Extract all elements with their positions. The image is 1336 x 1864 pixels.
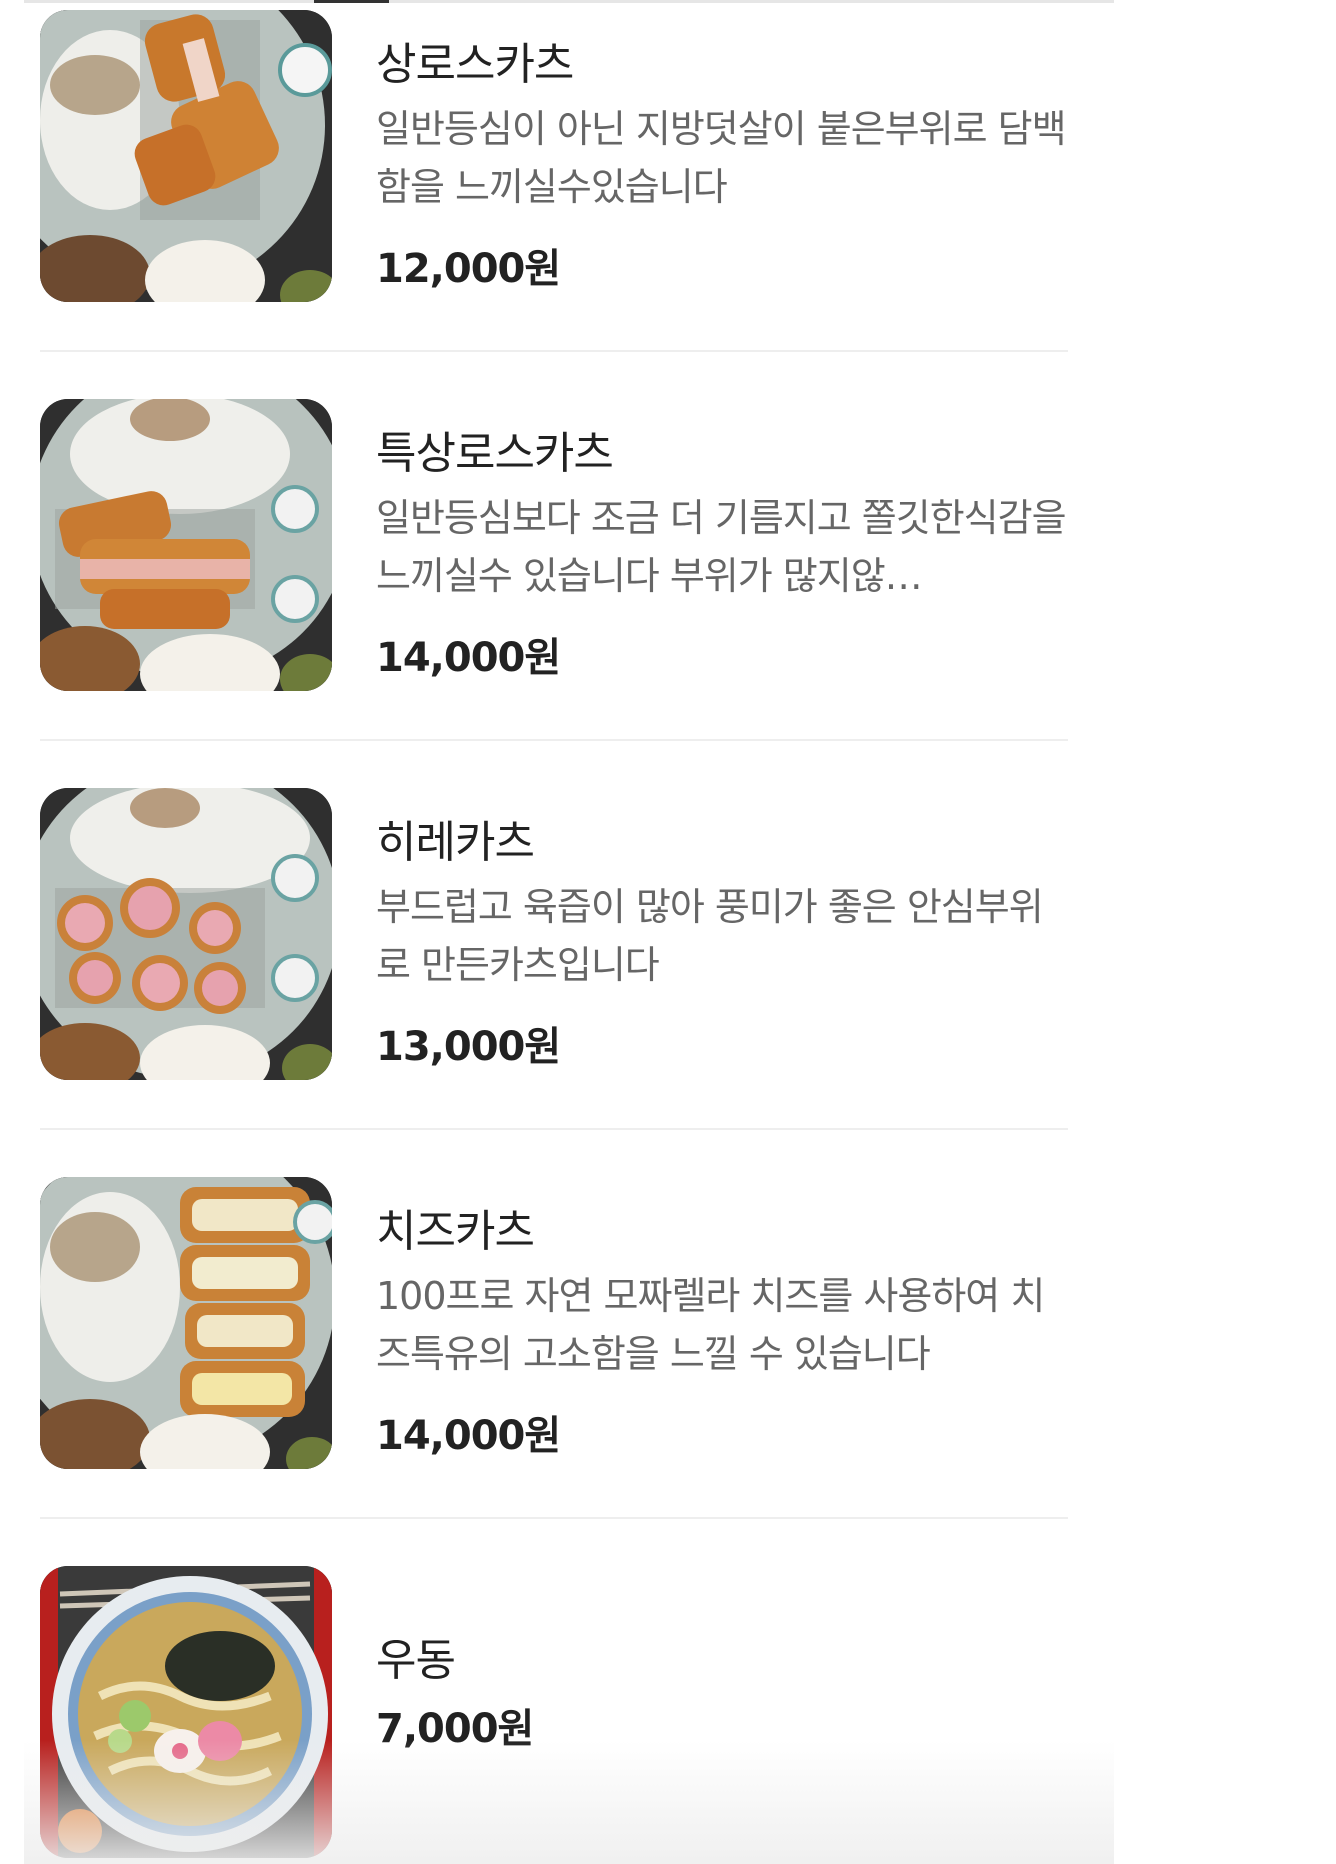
menu-item-name: 우동: [376, 1635, 456, 1686]
menu-item-name: 상로스카츠: [376, 39, 574, 90]
premium-pork-cutlet-photo-icon: [40, 399, 332, 691]
menu-item-name: 치즈카츠: [376, 1206, 535, 1257]
menu-item-price: 14,000원: [376, 1413, 561, 1459]
menu-item-description: 일반등심보다 조금 더 기름지고 쫄깃한식감을 느끼실수 있습니다 부위가 많지…: [376, 496, 1066, 598]
menu-page: 상로스카츠 일반등심이 아닌 지방덧살이 붙은부위로 담백함을 느끼실수있습니다…: [0, 0, 1336, 1864]
menu-item-cheese-katsu[interactable]: 치즈카츠 100프로 자연 모짜렐라 치즈를 사용하여 치즈특유의 고소함을 느…: [40, 1167, 1068, 1557]
divider: [40, 350, 1068, 352]
tenderloin-cutlet-photo-icon: [40, 788, 332, 1080]
menu-item-description: 부드럽고 육즙이 많아 풍미가 좋은 안심부위로 만든카츠입니다: [376, 885, 1044, 987]
menu-item-description: 100프로 자연 모짜렐라 치즈를 사용하여 치즈특유의 고소함을 느낄 수 있…: [376, 1274, 1045, 1376]
menu-item-name: 히레카츠: [376, 817, 535, 868]
divider: [40, 1517, 1068, 1519]
menu-item-premium-loin-katsu[interactable]: 특상로스카츠 일반등심보다 조금 더 기름지고 쫄깃한식감을 느끼실수 있습니다…: [40, 389, 1068, 779]
bottom-fade: [24, 1740, 1114, 1864]
menu-item-sang-loin-katsu[interactable]: 상로스카츠 일반등심이 아닌 지방덧살이 붙은부위로 담백함을 느끼실수있습니다…: [40, 0, 1068, 390]
cheese-cutlet-photo-icon: [40, 1177, 332, 1469]
menu-item-price: 13,000원: [376, 1024, 561, 1070]
menu-item-price: 14,000원: [376, 635, 561, 681]
menu-item-hire-katsu[interactable]: 히레카츠 부드럽고 육즙이 많아 풍미가 좋은 안심부위로 만든카츠입니다 13…: [40, 778, 1068, 1168]
divider: [40, 1128, 1068, 1130]
pork-cutlet-photo-icon: [40, 10, 332, 302]
menu-item-price: 12,000원: [376, 246, 561, 292]
menu-item-name: 특상로스카츠: [376, 428, 614, 479]
divider: [40, 739, 1068, 741]
menu-item-description: 일반등심이 아닌 지방덧살이 붙은부위로 담백함을 느끼실수있습니다: [376, 107, 1066, 209]
